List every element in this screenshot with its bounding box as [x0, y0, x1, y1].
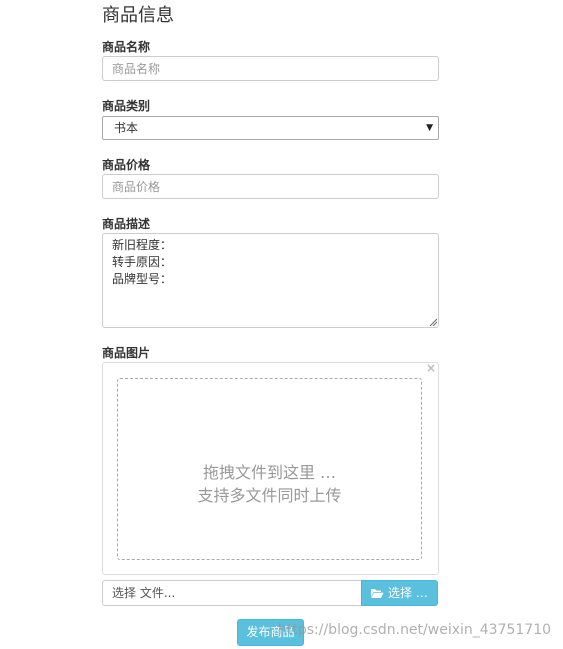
description-line: 新旧程度：	[112, 238, 173, 252]
product-description-textarea[interactable]: 新旧程度： 转手原因： 品牌型号：	[102, 233, 439, 328]
file-caption-input[interactable]: 选择 文件...	[102, 580, 362, 606]
product-category-select[interactable]: 书本 ▼	[102, 116, 439, 140]
upload-panel: × 拖拽文件到这里 … 支持多文件同时上传	[102, 361, 439, 575]
product-name-input[interactable]	[102, 56, 439, 81]
product-description-label: 商品描述	[102, 217, 151, 231]
description-line: 转手原因：	[112, 255, 173, 269]
product-name-label: 商品名称	[102, 40, 151, 54]
product-price-input[interactable]	[102, 174, 439, 199]
product-price-label: 商品价格	[102, 158, 151, 172]
drop-zone-text: 拖拽文件到这里 … 支持多文件同时上传	[118, 461, 421, 507]
description-line: 品牌型号：	[112, 272, 173, 286]
watermark-text: https://blog.csdn.net/weixin_43751710	[278, 622, 552, 638]
resize-grip-icon[interactable]	[429, 318, 437, 326]
drop-zone-line: 支持多文件同时上传	[197, 486, 342, 505]
product-image-label: 商品图片	[102, 346, 151, 360]
product-category-label: 商品类别	[102, 99, 151, 113]
drop-zone-line: 拖拽文件到这里 …	[202, 463, 337, 482]
page-title: 商品信息	[102, 5, 174, 26]
folder-open-icon	[371, 589, 384, 598]
close-icon[interactable]: ×	[426, 361, 436, 375]
chevron-down-icon: ▼	[426, 123, 433, 133]
product-category-value: 书本	[114, 121, 139, 135]
browse-button[interactable]: 选择 …	[361, 580, 438, 606]
browse-button-label: 选择 …	[388, 586, 428, 600]
file-drop-zone[interactable]: 拖拽文件到这里 … 支持多文件同时上传	[117, 378, 422, 560]
